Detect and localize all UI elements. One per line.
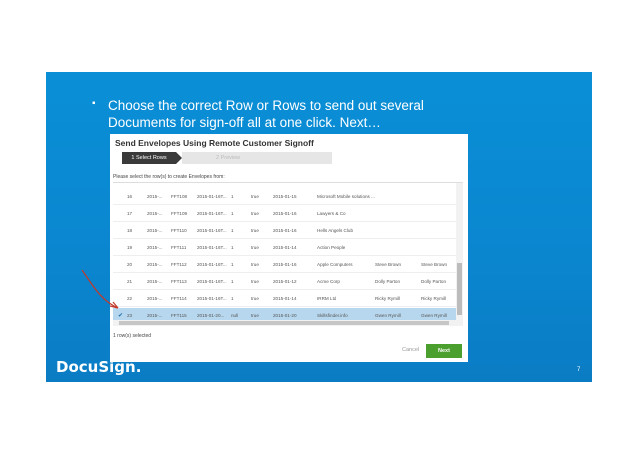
table-row[interactable]: 22 2015-... FFT114 2015-01-16T... 1 true 2015-…	[113, 291, 456, 307]
wizard-steps: 1 Select Rows 2 Preview	[122, 152, 332, 164]
table-cell: 16	[127, 194, 133, 199]
table-cell: Gwen Rymill	[375, 313, 401, 318]
table-cell: 2015-01-14	[273, 245, 297, 250]
table-cell: 2015-...	[147, 245, 163, 250]
cancel-button[interactable]: Cancel	[402, 347, 419, 353]
table-row[interactable]: 20 2015-... FFT112 2015-01-16T... 1 true 2015-…	[113, 257, 456, 273]
step-select-rows[interactable]: 1 Select Rows	[122, 152, 182, 164]
table-cell: 2015-01-16	[273, 262, 297, 267]
page-number: 7	[577, 367, 581, 373]
table-row[interactable]: 21 2015-... FFT113 2015-01-16T... 1 true 2015-…	[113, 274, 456, 290]
table-cell: FFT115	[171, 313, 187, 318]
instruction-text: Please select the row(s) to create Envel…	[113, 174, 225, 180]
table-cell: 2015-01-16	[273, 228, 297, 233]
table-cell: FFT112	[171, 262, 187, 267]
bullet-marker: ▪	[92, 98, 96, 109]
table-cell: true	[251, 279, 259, 284]
table-cell: 1	[231, 262, 234, 267]
table-cell: IRRM Ltd	[317, 296, 337, 301]
table-cell: Acme Corp	[317, 279, 340, 284]
slide-text: Choose the correct Row or Rows to send o…	[108, 97, 488, 131]
table-cell: Gwen Rymill	[421, 313, 447, 318]
table-cell: 2015-...	[147, 262, 163, 267]
table-cell: 2015-...	[147, 228, 163, 233]
table-cell: 2015-01-14	[273, 296, 297, 301]
table-cell: 2015-01-16T...	[197, 245, 227, 250]
table-cell: Dolly Parton	[421, 279, 447, 284]
table-cell: 1	[231, 228, 234, 233]
table-cell: 2015-01-20...	[197, 313, 225, 318]
table-cell: null	[231, 313, 239, 318]
table-cell: 2015-01-16T...	[197, 228, 227, 233]
table-cell: 18	[127, 228, 133, 233]
rows-grid: 16 2015-... FFT108 2015-01-16T... 1 true 2015-…	[113, 182, 463, 320]
horizontal-scroll-thumb[interactable]	[119, 321, 449, 325]
table-cell: 2015-01-15	[273, 194, 297, 199]
table-cell: true	[251, 245, 259, 250]
table-cell: 19	[127, 245, 133, 250]
table-cell: FFT108	[171, 194, 188, 199]
table-cell: Dolly Parton	[375, 279, 401, 284]
horizontal-scrollbar[interactable]	[113, 320, 463, 326]
table-cell: Apple Computers	[317, 262, 353, 267]
annotation-arrow	[81, 269, 119, 309]
table-cell: Lawyers & Co	[317, 211, 346, 216]
table-row[interactable]: 19 2015-... FFT111 2015-01-16T... 1 true 2015-…	[113, 240, 456, 256]
table-cell: 1	[231, 296, 234, 301]
table-cell: 2015-01-16T...	[197, 211, 227, 216]
table-row[interactable]: ✔ 23 2015-... FFT115 2015-01-20... null true 20…	[113, 308, 456, 320]
table-cell: FFT114	[171, 296, 187, 301]
table-cell: 2015-...	[147, 211, 163, 216]
slide-text-line2: Documents for sign-off all at one click.…	[108, 115, 381, 130]
table-cell: Steve Brown	[375, 262, 402, 267]
table-cell: 2015-01-16	[273, 211, 297, 216]
table-cell: 17	[127, 211, 133, 216]
table-cell: 2015-01-16T...	[197, 296, 227, 301]
table-cell: Action People	[317, 245, 346, 250]
table-cell: 2015-...	[147, 194, 163, 199]
table-cell: Microsoft Mobile solutions ...	[317, 194, 375, 199]
table-cell: 1	[231, 279, 234, 284]
vertical-scrollbar[interactable]	[456, 183, 463, 320]
table-cell: true	[251, 262, 259, 267]
table-cell: true	[251, 228, 259, 233]
table-cell: 2015-01-16T...	[197, 194, 227, 199]
table-cell: Skillsfinder.info	[317, 313, 348, 318]
table-row[interactable]: 18 2015-... FFT110 2015-01-16T... 1 true 2015-…	[113, 223, 456, 239]
table-cell: true	[251, 313, 259, 318]
table-cell: 2015-...	[147, 296, 163, 301]
table-cell: 1	[231, 194, 234, 199]
table-cell: 1	[231, 245, 234, 250]
next-button[interactable]: Next	[426, 344, 462, 358]
table-cell: FFT111	[171, 245, 187, 250]
table-cell: Ricky Rymill	[375, 296, 401, 301]
vertical-scroll-thumb[interactable]	[457, 263, 462, 315]
table-cell: 2015-01-12	[273, 279, 297, 284]
table-row[interactable]: 17 2015-... FFT109 2015-01-16T... 1 true 2015-…	[113, 206, 456, 222]
table-cell: 2015-01-16T...	[197, 279, 227, 284]
table-cell: Steve Brown	[421, 262, 448, 267]
table-cell: FFT109	[171, 211, 188, 216]
table-cell: 2015-01-16T...	[197, 262, 227, 267]
slide-text-line1: Choose the correct Row or Rows to send o…	[108, 98, 424, 113]
table-row[interactable]: 16 2015-... FFT108 2015-01-16T... 1 true 2015-…	[113, 189, 456, 205]
step-preview[interactable]: 2 Preview	[182, 152, 332, 164]
table-cell: FFT113	[171, 279, 187, 284]
dialog-title: Send Envelopes Using Remote Customer Sig…	[115, 138, 314, 148]
table-cell: 2015-...	[147, 313, 163, 318]
table-cell: 2015-...	[147, 279, 163, 284]
send-envelopes-dialog: Send Envelopes Using Remote Customer Sig…	[110, 134, 468, 362]
table-cell: true	[251, 194, 259, 199]
table-cell: true	[251, 211, 259, 216]
docusign-logo: DocuSign.	[56, 358, 142, 376]
selection-count: 1 row(s) selected	[113, 333, 152, 339]
table-cell: Ricky Rymill	[421, 296, 447, 301]
table-cell: 2015-01-20	[273, 313, 297, 318]
table-cell: FFT110	[171, 228, 187, 233]
table-cell: 1	[231, 211, 234, 216]
table-cell: Hells Angels Club	[317, 228, 354, 233]
table-cell: true	[251, 296, 259, 301]
